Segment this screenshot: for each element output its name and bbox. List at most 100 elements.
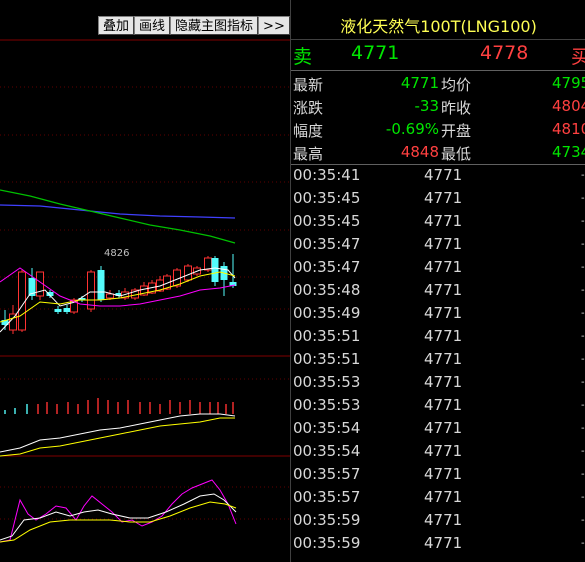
ma-white-line — [0, 267, 236, 333]
tick-row: 00:35:57 4771 - — [291, 463, 585, 486]
tick-time: 00:35:45 — [293, 212, 361, 230]
tick-row: 00:35:53 4771 - — [291, 394, 585, 417]
stat-value: 4771 — [400, 74, 439, 92]
tick-flag: - — [581, 308, 585, 319]
tick-time: 00:35:57 — [293, 465, 361, 483]
buy-label: 买 — [571, 42, 585, 69]
stat-row: 幅度 -0.69%开盘 4810 — [291, 118, 585, 141]
tick-flag: - — [581, 262, 585, 273]
stat-row: 涨跌 -33昨收 4804 — [291, 95, 585, 118]
kline-chart-area[interactable]: 4826 叠加 画线 隐藏主图指标 >> — [0, 0, 290, 562]
tick-time: 00:35:53 — [293, 396, 361, 414]
tick-flag: - — [581, 446, 585, 457]
tick-price: 4771 — [424, 189, 463, 207]
tick-price: 4771 — [424, 442, 463, 460]
tick-price: 4771 — [424, 350, 463, 368]
candle-body — [106, 293, 114, 299]
tick-flag: - — [581, 492, 585, 503]
stat-label: 幅度 — [293, 122, 324, 140]
candle-body — [97, 270, 105, 300]
tick-price: 4771 — [424, 373, 463, 391]
tick-flag: - — [581, 285, 585, 296]
draw-line-button[interactable]: 画线 — [134, 16, 171, 35]
more-button[interactable]: >> — [258, 16, 290, 35]
tick-row: 00:35:53 4771 - — [291, 371, 585, 394]
stat-label: 涨跌 — [293, 99, 324, 117]
tick-flag: - — [581, 377, 585, 388]
candle-body — [54, 309, 62, 312]
tick-flag: - — [581, 331, 585, 342]
chart-toolbar: 叠加 画线 隐藏主图指标 >> — [98, 16, 290, 35]
tick-time: 00:35:57 — [293, 488, 361, 506]
tick-price: 4771 — [424, 465, 463, 483]
tick-row: 00:35:51 4771 - — [291, 348, 585, 371]
candle-body — [9, 313, 17, 331]
volume-ma-white — [0, 413, 236, 453]
tick-time: 00:35:45 — [293, 189, 361, 207]
candle-body — [18, 271, 26, 331]
kline-chart[interactable]: 4826 — [0, 0, 290, 562]
hide-main-indicator-button[interactable]: 隐藏主图指标 — [170, 16, 259, 35]
tick-row: 00:35:54 4771 - — [291, 440, 585, 463]
tick-price: 4771 — [424, 511, 463, 529]
tick-time: 00:35:48 — [293, 281, 361, 299]
osc-white-line — [0, 493, 237, 541]
tick-row: 00:35:51 4771 - — [291, 325, 585, 348]
tick-flag: - — [581, 400, 585, 411]
tick-row: 00:35:47 4771 - — [291, 233, 585, 256]
volume-ma-yellow — [0, 417, 235, 457]
stat-label-2: 均价 — [441, 76, 472, 94]
tick-price: 4771 — [424, 534, 463, 552]
tick-flag: - — [581, 538, 585, 549]
tick-time: 00:35:47 — [293, 235, 361, 253]
stat-label-2: 昨收 — [441, 99, 472, 117]
stat-label-2: 最低 — [441, 145, 472, 163]
tick-price: 4771 — [424, 258, 463, 276]
tick-flag: - — [581, 423, 585, 434]
tick-row: 00:35:57 4771 - — [291, 486, 585, 509]
candle-body — [211, 258, 219, 282]
tick-flag: - — [581, 216, 585, 227]
stat-value-2: 4734 — [552, 143, 585, 161]
osc-magenta-line — [0, 479, 237, 543]
tick-price: 4771 — [424, 281, 463, 299]
tick-row: 00:35:48 4771 - — [291, 279, 585, 302]
stat-label-2: 开盘 — [441, 122, 472, 140]
tick-row: 00:35:59 4771 - — [291, 532, 585, 555]
ma-blue-line — [0, 204, 236, 219]
tick-time: 00:35:47 — [293, 258, 361, 276]
tick-price: 4771 — [424, 304, 463, 322]
stat-value-2: 4795 — [552, 74, 585, 92]
stat-value-2: 4810 — [552, 120, 585, 138]
tick-time: 00:35:41 — [293, 166, 361, 184]
tick-price: 4771 — [424, 166, 463, 184]
tick-row: 00:35:49 4771 - — [291, 302, 585, 325]
buy-price: 4778 — [480, 42, 529, 64]
stat-value-2: 4804 — [552, 97, 585, 115]
tick-time: 00:35:49 — [293, 304, 361, 322]
instrument-title: 液化天然气100T(LNG100) — [291, 14, 585, 40]
tick-flag: - — [581, 354, 585, 365]
tick-time: 00:35:51 — [293, 350, 361, 368]
tick-flag: - — [581, 469, 585, 480]
stat-value: 4848 — [400, 143, 439, 161]
stat-label: 最高 — [293, 145, 324, 163]
tick-price: 4771 — [424, 235, 463, 253]
tick-price: 4771 — [424, 419, 463, 437]
candle-body — [87, 271, 95, 310]
tick-time: 00:35:54 — [293, 442, 361, 460]
tick-price: 4771 — [424, 327, 463, 345]
tick-time: 00:35:59 — [293, 511, 361, 529]
quote-panel: 液化天然气100T(LNG100) 卖 4771 4778 买 最新4771均价… — [290, 0, 585, 562]
tick-row: 00:35:41 4771 - — [291, 164, 585, 187]
tick-time: 00:35:59 — [293, 534, 361, 552]
bid-ask-row: 卖 4771 4778 买 — [291, 40, 585, 71]
tick-price: 4771 — [424, 212, 463, 230]
tick-row: 00:35:45 4771 - — [291, 187, 585, 210]
tick-time: 00:35:51 — [293, 327, 361, 345]
tick-flag: - — [581, 515, 585, 526]
overlay-button[interactable]: 叠加 — [98, 16, 135, 35]
stat-value: -0.69% — [385, 120, 439, 138]
tick-time: 00:35:53 — [293, 373, 361, 391]
tick-row: 00:35:45 4771 - — [291, 210, 585, 233]
